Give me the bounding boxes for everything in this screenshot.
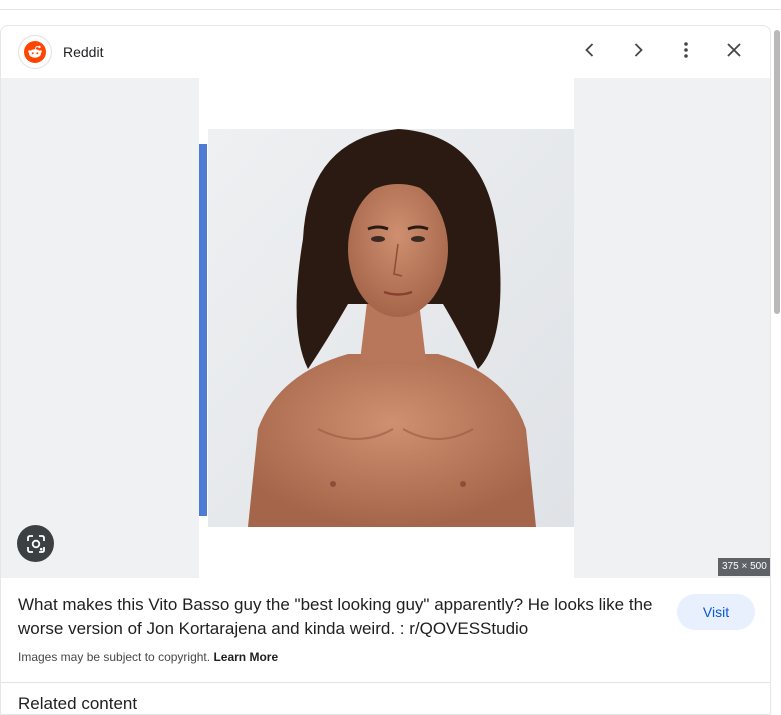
site-name[interactable]: Reddit xyxy=(63,44,103,60)
related-content-heading: Related content xyxy=(18,694,138,713)
accent-bar xyxy=(199,144,207,516)
more-options-button[interactable] xyxy=(670,36,702,68)
next-button[interactable] xyxy=(622,36,654,68)
image-preview-panel: Reddit 375 × 500 What makes this Vito Ba… xyxy=(0,25,771,715)
google-lens-icon[interactable] xyxy=(17,525,54,562)
result-title[interactable]: What makes this Vito Basso guy the "best… xyxy=(18,593,668,641)
chevron-right-icon xyxy=(630,42,646,63)
previous-button[interactable] xyxy=(574,36,606,68)
image-viewer: 375 × 500 xyxy=(1,78,770,578)
panel-header: Reddit xyxy=(1,26,770,78)
copyright-text: Images may be subject to copyright. xyxy=(18,650,211,664)
visit-button[interactable]: Visit xyxy=(677,594,755,630)
preview-photo[interactable] xyxy=(208,129,574,527)
chevron-left-icon xyxy=(582,42,598,63)
divider xyxy=(1,682,770,683)
reddit-alien-icon[interactable] xyxy=(18,35,52,69)
image-dimensions-label: 375 × 500 xyxy=(718,558,770,576)
scroll-thumb[interactable] xyxy=(774,30,780,314)
browser-top-strip xyxy=(0,0,781,10)
close-icon xyxy=(726,42,742,63)
image-frame xyxy=(199,78,574,578)
learn-more-link[interactable]: Learn More xyxy=(213,650,278,664)
more-vert-icon xyxy=(678,41,694,64)
copyright-notice: Images may be subject to copyright. Lear… xyxy=(18,650,278,664)
scrollbar[interactable] xyxy=(772,26,781,703)
close-button[interactable] xyxy=(718,36,750,68)
